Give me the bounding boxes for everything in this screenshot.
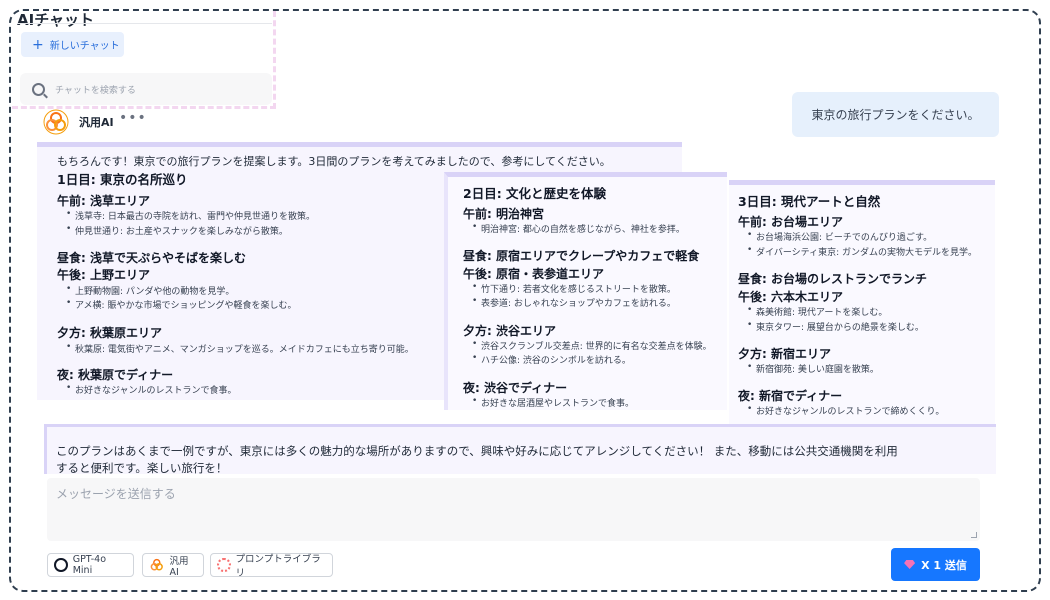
day1-title: 1日目: 東京の名所巡り bbox=[57, 172, 188, 187]
send-label: X 1 送信 bbox=[921, 558, 967, 572]
list-item: 仲見世通り: お土産やスナックを楽しみながら散策。 bbox=[66, 224, 288, 237]
openai-icon bbox=[54, 558, 68, 572]
section-heading: 午前: 浅草エリア bbox=[57, 194, 150, 208]
new-chat-label: 新しいチャット bbox=[49, 41, 120, 52]
section-heading: 夕方: 秋葉原エリア bbox=[57, 326, 162, 340]
list-item: お台場海浜公園: ビーチでのんびり過ごす。 bbox=[747, 230, 932, 243]
message-input[interactable]: メッセージを送信する bbox=[47, 478, 980, 541]
closing-text-line-1: このプランはあくまで一例ですが、東京には多くの魅力的な場所がありますので、興味や… bbox=[56, 444, 898, 458]
list-item: ハチ公像: 渋谷のシンボルを訪れる。 bbox=[472, 353, 631, 366]
section-heading: 夜: 渋谷でディナー bbox=[463, 381, 568, 395]
list-item: お好きな居酒屋やレストランで食事。 bbox=[472, 396, 634, 409]
gem-icon bbox=[904, 560, 916, 569]
day2-title: 2日目: 文化と歴史を体験 bbox=[463, 186, 607, 201]
closing-text-line-2: すると便利です。楽しい旅行を！ bbox=[56, 461, 228, 475]
prompt-library-button[interactable]: プロンプトライブラリ bbox=[210, 553, 333, 579]
prompt-library-label: プロンプトライブラリ bbox=[235, 554, 321, 579]
divider bbox=[17, 23, 272, 24]
list-item: ダイバーシティ東京: ガンダムの実物大モデルを見学。 bbox=[747, 245, 977, 258]
search-icon bbox=[32, 82, 45, 96]
section-heading: 夕方: 新宿エリア bbox=[738, 347, 831, 361]
search-placeholder: チャットを検索する bbox=[55, 85, 136, 96]
model-select-button[interactable]: GPT-4o Mini bbox=[47, 553, 134, 577]
app-title: AIチャット bbox=[17, 11, 95, 29]
bot-name: 汎用AI bbox=[79, 116, 114, 129]
sparkle-icon bbox=[217, 558, 231, 572]
list-item: お好きなジャンルのレストランで食事。 bbox=[66, 383, 237, 396]
assistant-chip-label: 汎用AI bbox=[169, 555, 189, 578]
more-options-icon[interactable]: ••• bbox=[119, 110, 147, 126]
plus-icon: + bbox=[32, 36, 44, 53]
list-item: 森美術館: 現代アートを楽しむ。 bbox=[747, 305, 887, 318]
list-item: 明治神宮: 都心の自然を感じながら、神社を参拝。 bbox=[472, 222, 685, 235]
section-heading: 夕方: 渋谷エリア bbox=[463, 324, 556, 338]
model-chip-label: GPT-4o Mini bbox=[72, 554, 107, 576]
section-heading: 午前: 明治神宮 bbox=[463, 207, 544, 221]
bot-avatar-icon bbox=[150, 558, 163, 571]
day3-title: 3日目: 現代アートと自然 bbox=[738, 194, 881, 209]
section-heading: 夜: 秋葉原でディナー bbox=[57, 368, 174, 382]
bot-avatar-icon bbox=[43, 109, 69, 135]
list-item: 上野動物園: パンダや他の動物を見学。 bbox=[66, 284, 234, 297]
section-heading: 午前: お台場エリア bbox=[738, 215, 843, 229]
section-heading: 昼食: お台場のレストランでランチ bbox=[738, 272, 927, 286]
section-heading: 夜: 新宿でディナー bbox=[738, 389, 843, 403]
list-item: 表参道: おしゃれなショップやカフェを訪れる。 bbox=[472, 296, 676, 309]
list-item: アメ横: 賑やかな市場でショッピングや軽食を楽しむ。 bbox=[66, 298, 296, 311]
section-heading: 午後: 原宿・表参道エリア bbox=[463, 267, 604, 281]
message-placeholder: メッセージを送信する bbox=[56, 487, 176, 501]
resize-handle-icon[interactable] bbox=[971, 532, 977, 538]
list-item: 浅草寺: 日本最古の寺院を訪れ、雷門や仲見世通りを散策。 bbox=[66, 209, 315, 222]
section-heading: 午後: 上野エリア bbox=[57, 268, 150, 282]
list-item: 渋谷スクランブル交差点: 世界的に有名な交差点を体験。 bbox=[472, 339, 712, 352]
list-item: お好きなジャンルのレストランで締めくくり。 bbox=[747, 404, 944, 417]
section-heading: 昼食: 浅草で天ぷらやそばを楽しむ bbox=[57, 251, 246, 265]
chat-search-input[interactable]: チャットを検索する bbox=[20, 73, 272, 105]
new-chat-button[interactable]: + 新しいチャット bbox=[21, 32, 124, 57]
list-item: 東京タワー: 展望台からの絶景を楽しむ。 bbox=[747, 320, 924, 333]
assistant-select-button[interactable]: 汎用AI bbox=[142, 553, 204, 578]
section-heading: 昼食: 原宿エリアでクレープやカフェで軽食 bbox=[463, 249, 700, 263]
list-item: 秋葉原: 電気街やアニメ、マンガショップを巡る。メイドカフェにも立ち寄り可能。 bbox=[66, 342, 414, 355]
list-item: 竹下通り: 若者文化を感じるストリートを散策。 bbox=[472, 282, 676, 295]
intro-text: もちろんです！東京での旅行プランを提案します。3日間のプランを考えてみましたので… bbox=[57, 155, 611, 168]
section-heading: 午後: 六本木エリア bbox=[738, 290, 843, 304]
send-button[interactable]: X 1 送信 bbox=[891, 548, 980, 581]
closing-panel: このプランはあくまで一例ですが、東京には多くの魅力的な場所がありますので、興味や… bbox=[44, 424, 996, 475]
list-item: 新宿御苑: 美しい庭園を散策。 bbox=[747, 362, 879, 375]
user-message-bubble: 東京の旅行プランをください。 bbox=[792, 92, 999, 137]
